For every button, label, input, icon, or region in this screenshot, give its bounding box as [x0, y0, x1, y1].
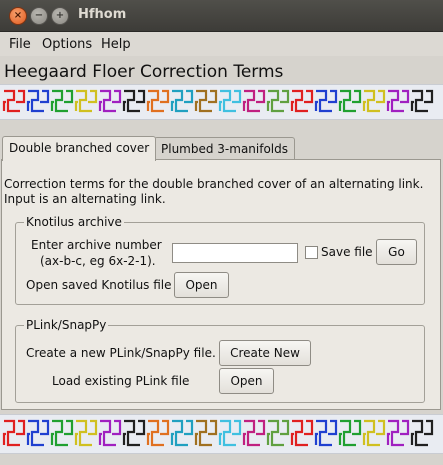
- create-plink-label: Create a new PLink/SnapPy file.: [26, 346, 216, 360]
- maximize-window-icon[interactable]: +: [51, 7, 69, 25]
- plink-legend: PLink/SnapPy: [24, 318, 109, 332]
- menu-bar: File Options Help: [0, 32, 443, 56]
- knot-segment: [362, 89, 386, 113]
- tab-double-branched-cover[interactable]: Double branched cover: [2, 136, 157, 161]
- knot-segment: [122, 89, 146, 113]
- knot-segment: [290, 89, 314, 113]
- knot-banner-top: [0, 84, 443, 120]
- knot-segment: [362, 419, 386, 447]
- close-window-icon[interactable]: ×: [9, 7, 27, 25]
- knot-segment: [98, 419, 122, 447]
- knot-segment: [50, 89, 74, 113]
- knot-segment: [290, 419, 314, 447]
- go-button[interactable]: Go: [376, 239, 417, 265]
- knot-segment: [170, 419, 194, 447]
- knot-segment: [74, 419, 98, 447]
- menu-file[interactable]: File: [9, 37, 31, 52]
- knot-pattern-icon: [2, 419, 434, 447]
- knot-segment: [194, 89, 218, 113]
- description-line-2: Input is an alternating link.: [4, 192, 166, 206]
- menu-options[interactable]: Options: [42, 37, 92, 52]
- knot-segment: [314, 89, 338, 113]
- knot-segment: [170, 89, 194, 113]
- knot-segment: [2, 89, 26, 113]
- knot-segment: [218, 89, 242, 113]
- knot-segment: [410, 419, 434, 447]
- minimize-window-icon[interactable]: −: [30, 7, 48, 25]
- description: Correction terms for the double branched…: [4, 177, 439, 207]
- save-file-label: Save file: [321, 245, 373, 259]
- knot-segment: [50, 419, 74, 447]
- knot-segment: [218, 419, 242, 447]
- knot-segment: [386, 419, 410, 447]
- knot-pattern-icon: [2, 89, 434, 113]
- knot-segment: [410, 89, 434, 113]
- knot-segment: [98, 89, 122, 113]
- knot-segment: [2, 419, 26, 447]
- knot-segment: [122, 419, 146, 447]
- knot-segment: [266, 89, 290, 113]
- knot-segment: [74, 89, 98, 113]
- knot-segment: [146, 89, 170, 113]
- knot-segment: [266, 419, 290, 447]
- knot-segment: [26, 419, 50, 447]
- archive-number-input[interactable]: [172, 243, 298, 263]
- create-new-button[interactable]: Create New: [219, 340, 311, 366]
- open-knotilus-file-button[interactable]: Open: [174, 272, 229, 298]
- knotilus-legend: Knotilus archive: [24, 215, 124, 229]
- app-heading: Heegaard Floer Correction Terms: [4, 62, 284, 82]
- knot-segment: [194, 419, 218, 447]
- open-plink-file-button[interactable]: Open: [219, 368, 274, 394]
- knot-segment: [386, 89, 410, 113]
- knot-segment: [242, 89, 266, 113]
- description-line-1: Correction terms for the double branched…: [4, 177, 424, 191]
- tab-plumbed-3-manifolds[interactable]: Plumbed 3-manifolds: [154, 137, 296, 160]
- knot-segment: [338, 89, 362, 113]
- knot-banner-bottom: [0, 414, 443, 454]
- knot-segment: [242, 419, 266, 447]
- load-plink-label: Load existing PLink file: [52, 374, 190, 388]
- menu-help[interactable]: Help: [101, 37, 131, 52]
- knot-segment: [338, 419, 362, 447]
- open-saved-knotilus-label: Open saved Knotilus file: [26, 278, 172, 292]
- window-title: Hfhom: [78, 7, 127, 22]
- knot-segment: [314, 419, 338, 447]
- enter-archive-label-1: Enter archive number: [31, 238, 162, 252]
- enter-archive-label-2: (ax-b-c, eg 6x-2-1).: [40, 254, 156, 268]
- title-bar: × − + Hfhom: [0, 0, 443, 32]
- knot-segment: [146, 419, 170, 447]
- knot-segment: [26, 89, 50, 113]
- save-file-checkbox[interactable]: [305, 246, 318, 259]
